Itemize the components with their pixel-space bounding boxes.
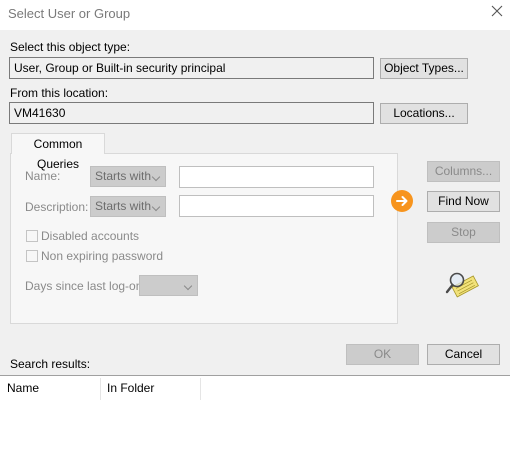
days-label: Days since last log-on:	[25, 279, 146, 293]
object-type-field: User, Group or Built-in security princip…	[9, 57, 374, 79]
columns-button[interactable]: Columns...	[427, 161, 500, 182]
search-icon	[445, 270, 479, 298]
close-icon[interactable]	[490, 4, 504, 18]
chevron-down-icon	[183, 281, 193, 291]
name-input[interactable]	[179, 166, 374, 188]
tab-common-queries[interactable]: Common Queries	[11, 133, 105, 171]
chevron-down-icon	[151, 202, 161, 212]
find-now-button[interactable]: Find Now	[427, 191, 500, 212]
column-divider[interactable]	[200, 378, 201, 400]
search-results-label: Search results:	[10, 357, 91, 371]
name-label: Name:	[25, 169, 61, 183]
column-header-name[interactable]: Name	[0, 376, 100, 400]
non-expiring-label: Non expiring password	[41, 249, 164, 263]
object-type-label: Select this object type:	[10, 40, 131, 54]
stop-button[interactable]: Stop	[427, 222, 500, 243]
object-types-button[interactable]: Object Types...	[380, 58, 468, 79]
description-label: Description:	[25, 200, 89, 214]
description-mode-value: Starts with	[95, 199, 152, 213]
location-field: VM41630	[9, 102, 374, 124]
locations-button[interactable]: Locations...	[380, 103, 468, 124]
days-select[interactable]	[139, 275, 198, 296]
ok-button[interactable]: OK	[346, 344, 419, 365]
disabled-accounts-checkbox[interactable]	[26, 230, 38, 242]
window-title: Select User or Group	[8, 6, 131, 21]
search-results-list[interactable]: Name In Folder	[0, 375, 510, 465]
disabled-accounts-label: Disabled accounts	[41, 229, 140, 243]
column-header-in-folder[interactable]: In Folder	[100, 376, 200, 400]
location-label: From this location:	[10, 86, 109, 100]
non-expiring-checkbox[interactable]	[26, 250, 38, 262]
name-mode-select[interactable]: Starts with	[90, 166, 166, 187]
chevron-down-icon	[151, 172, 161, 182]
description-mode-select[interactable]: Starts with	[90, 196, 166, 217]
arrow-right-icon	[390, 189, 414, 213]
description-input[interactable]	[179, 195, 374, 217]
name-mode-value: Starts with	[95, 169, 152, 183]
cancel-button[interactable]: Cancel	[427, 344, 500, 365]
